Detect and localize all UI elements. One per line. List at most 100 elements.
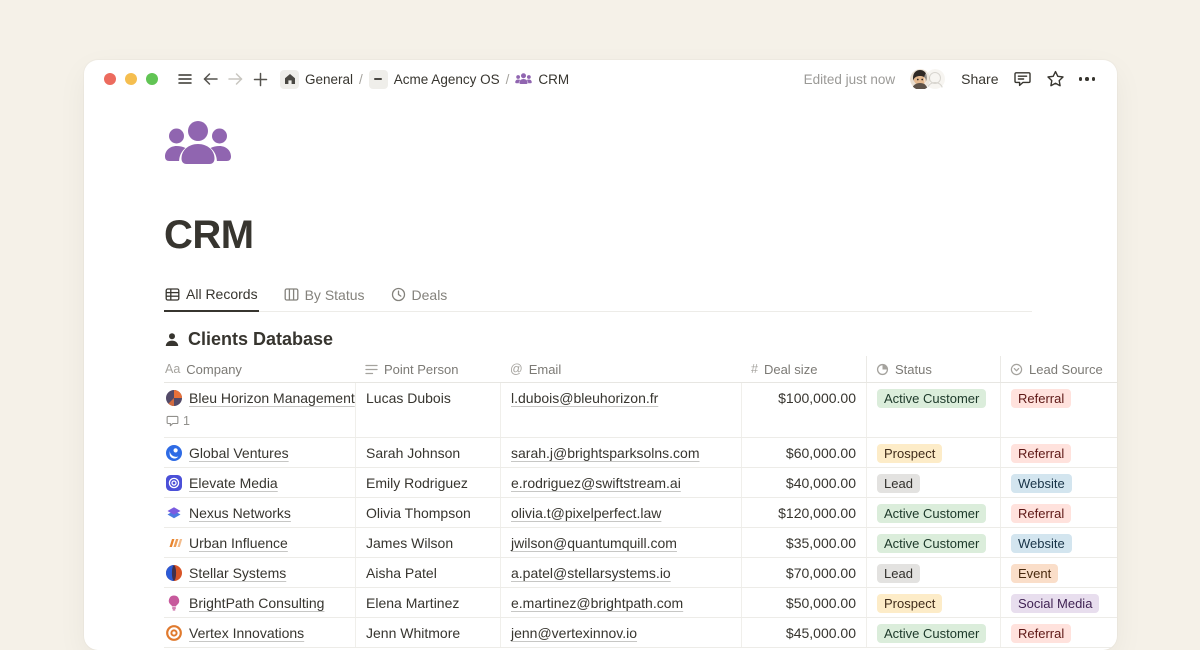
company-logo-icon — [165, 389, 183, 407]
tab-deals[interactable]: Deals — [390, 283, 449, 311]
column-header-company[interactable]: Aa Company — [164, 356, 355, 382]
topbar-actions: Edited just now Share — [804, 68, 1095, 91]
company-page-link[interactable]: Nexus Networks — [165, 503, 347, 523]
status-tag[interactable]: Active Customer — [877, 624, 986, 643]
point-person-cell[interactable]: Sarah Johnson — [355, 438, 500, 467]
comments-icon[interactable] — [1013, 70, 1032, 88]
email-cell: a.patel@stellarsystems.io — [500, 558, 741, 587]
table-row: Global Ventures Sarah Johnson sarah.j@br… — [164, 438, 1117, 468]
company-page-link[interactable]: Elevate Media — [165, 473, 347, 493]
breadcrumb-item-crm[interactable]: CRM — [538, 72, 569, 87]
point-person-cell[interactable]: Lucas Dubois — [355, 383, 500, 437]
tab-all-records[interactable]: All Records — [164, 283, 259, 312]
company-page-link[interactable]: Global Ventures — [165, 443, 347, 463]
email-link[interactable]: jenn@vertexinnov.io — [511, 625, 637, 641]
tab-label: By Status — [305, 287, 365, 303]
company-logo-icon — [165, 624, 183, 642]
lead-source-tag[interactable]: Referral — [1011, 504, 1071, 523]
lead-source-tag[interactable]: Website — [1011, 534, 1072, 553]
close-window-button[interactable] — [104, 73, 116, 85]
status-tag[interactable]: Lead — [877, 564, 920, 583]
maximize-window-button[interactable] — [146, 73, 158, 85]
deal-size-cell[interactable]: $45,000.00 — [741, 618, 866, 647]
company-name: Nexus Networks — [189, 503, 291, 523]
minimize-window-button[interactable] — [125, 73, 137, 85]
email-cell: olivia.t@pixelperfect.law — [500, 498, 741, 527]
company-page-link[interactable]: BrightPath Consulting — [165, 593, 347, 613]
tab-by-status[interactable]: By Status — [283, 283, 366, 311]
status-tag[interactable]: Active Customer — [877, 504, 986, 523]
breadcrumb-item-workspace[interactable]: Acme Agency OS — [394, 72, 500, 87]
table-row: Elevate Media Emily Rodriguez e.rodrigue… — [164, 468, 1117, 498]
new-page-plus-icon[interactable] — [249, 68, 271, 90]
lead-source-tag[interactable]: Referral — [1011, 624, 1071, 643]
table-row: Urban Influence James Wilson jwilson@qua… — [164, 528, 1117, 558]
lead-source-tag[interactable]: Event — [1011, 564, 1058, 583]
deal-size-cell[interactable]: $100,000.00 — [741, 383, 866, 437]
company-page-link[interactable]: Bleu Horizon Management — [165, 388, 347, 408]
lead-source-tag[interactable]: Referral — [1011, 444, 1071, 463]
avatar[interactable] — [924, 68, 947, 91]
company-name: BrightPath Consulting — [189, 593, 324, 613]
column-header-point-person[interactable]: Point Person — [355, 356, 500, 382]
status-tag[interactable]: Prospect — [877, 594, 942, 613]
deal-size-cell[interactable]: $120,000.00 — [741, 498, 866, 527]
column-header-deal-size[interactable]: # Deal size — [741, 356, 866, 382]
email-link[interactable]: sarah.j@brightsparksolns.com — [511, 445, 700, 461]
lead-source-tag[interactable]: Referral — [1011, 389, 1071, 408]
point-person-cell[interactable]: Aisha Patel — [355, 558, 500, 587]
lead-source-tag[interactable]: Social Media — [1011, 594, 1099, 613]
table-body: Bleu Horizon Management 1 Lucas Dubois l… — [164, 383, 1117, 648]
status-tag[interactable]: Lead — [877, 474, 920, 493]
deal-size-cell[interactable]: $70,000.00 — [741, 558, 866, 587]
point-person-cell[interactable]: James Wilson — [355, 528, 500, 557]
status-tag[interactable]: Active Customer — [877, 534, 986, 553]
email-link[interactable]: jwilson@quantumquill.com — [511, 535, 677, 551]
company-page-link[interactable]: Vertex Innovations — [165, 623, 347, 643]
deal-size-cell[interactable]: $50,000.00 — [741, 588, 866, 617]
email-link[interactable]: a.patel@stellarsystems.io — [511, 565, 671, 581]
favorite-star-icon[interactable] — [1046, 70, 1065, 88]
deal-size-cell[interactable]: $40,000.00 — [741, 468, 866, 497]
company-cell: Bleu Horizon Management 1 — [164, 383, 355, 437]
deal-size-cell[interactable]: $35,000.00 — [741, 528, 866, 557]
status-tag[interactable]: Active Customer — [877, 389, 986, 408]
home-icon[interactable] — [280, 70, 299, 89]
point-person-cell[interactable]: Olivia Thompson — [355, 498, 500, 527]
table-row: Vertex Innovations Jenn Whitmore jenn@ve… — [164, 618, 1117, 648]
select-property-icon — [1010, 363, 1023, 376]
status-tag[interactable]: Prospect — [877, 444, 942, 463]
column-label: Email — [529, 362, 562, 377]
email-link[interactable]: e.martinez@brightpath.com — [511, 595, 683, 611]
breadcrumb: General / Acme Agency OS / CRM — [280, 70, 569, 89]
company-page-link[interactable]: Urban Influence — [165, 533, 347, 553]
back-arrow-icon[interactable] — [199, 68, 221, 90]
table-row: Bleu Horizon Management 1 Lucas Dubois l… — [164, 383, 1117, 438]
point-person-cell[interactable]: Emily Rodriguez — [355, 468, 500, 497]
column-label: Lead Source — [1029, 362, 1103, 377]
share-button[interactable]: Share — [961, 71, 998, 87]
point-person-cell[interactable]: Elena Martinez — [355, 588, 500, 617]
sidebar-menu-icon[interactable] — [174, 68, 196, 90]
more-options-icon[interactable] — [1079, 77, 1096, 81]
breadcrumb-separator: / — [359, 72, 363, 87]
breadcrumb-item-general[interactable]: General — [305, 72, 353, 87]
person-icon — [164, 332, 180, 348]
comment-count-badge[interactable]: 1 — [166, 411, 347, 431]
company-logo-icon — [165, 444, 183, 462]
point-person-cell[interactable]: Jenn Whitmore — [355, 618, 500, 647]
forward-arrow-icon[interactable] — [224, 68, 246, 90]
table-row: Stellar Systems Aisha Patel a.patel@stel… — [164, 558, 1117, 588]
company-logo-icon — [165, 534, 183, 552]
lead-source-tag[interactable]: Website — [1011, 474, 1072, 493]
window-topbar: General / Acme Agency OS / CRM Edited ju… — [104, 67, 1095, 91]
email-link[interactable]: e.rodriguez@swiftstream.ai — [511, 475, 681, 491]
company-page-link[interactable]: Stellar Systems — [165, 563, 347, 583]
column-header-status[interactable]: Status — [866, 356, 1000, 382]
deal-size-cell[interactable]: $60,000.00 — [741, 438, 866, 467]
email-link[interactable]: olivia.t@pixelperfect.law — [511, 505, 661, 521]
people-group-icon[interactable] — [164, 121, 1117, 167]
column-header-lead-source[interactable]: Lead Source — [1000, 356, 1117, 382]
column-header-email[interactable]: @ Email — [500, 356, 741, 382]
email-link[interactable]: l.dubois@bleuhorizon.fr — [511, 390, 658, 406]
